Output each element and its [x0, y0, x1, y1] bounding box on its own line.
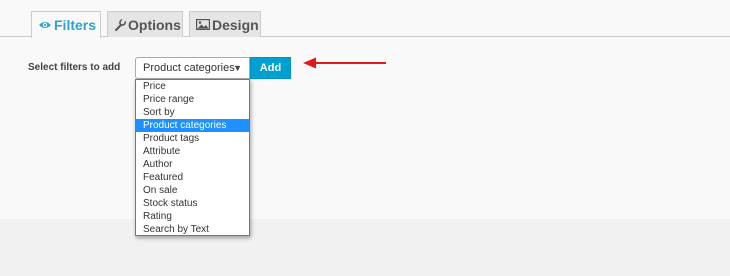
dropdown-option[interactable]: Product categories: [136, 119, 249, 132]
add-button[interactable]: Add: [250, 57, 291, 79]
wrench-icon: [114, 18, 126, 31]
dropdown-option[interactable]: Search by Text: [136, 223, 249, 236]
tab-filters[interactable]: Filters: [31, 11, 101, 38]
dropdown-option[interactable]: Sort by: [136, 106, 249, 119]
filter-select-label: Select filters to add: [28, 62, 121, 73]
dropdown-option[interactable]: Price: [136, 80, 249, 93]
eye-icon: [38, 20, 52, 30]
dropdown-option[interactable]: On sale: [136, 184, 249, 197]
dropdown-option[interactable]: Featured: [136, 171, 249, 184]
filter-select-value: Product categories: [143, 62, 235, 74]
arrow-annotation-icon: [303, 57, 386, 69]
dropdown-option[interactable]: Author: [136, 158, 249, 171]
dropdown-option[interactable]: Stock status: [136, 197, 249, 210]
tab-filters-label: Filters: [54, 17, 97, 33]
dropdown-option[interactable]: Price range: [136, 93, 249, 106]
dropdown-option[interactable]: Attribute: [136, 145, 249, 158]
tab-options[interactable]: Options: [107, 11, 183, 37]
tab-bar: Filters Options Design: [0, 0, 730, 38]
dropdown-option[interactable]: Rating: [136, 210, 249, 223]
tab-options-label: Options: [128, 16, 181, 33]
dropdown-option[interactable]: Product tags: [136, 132, 249, 145]
image-icon: [196, 19, 210, 30]
tab-design-label: Design: [212, 16, 259, 33]
filter-dropdown-list: Price Price range Sort by Product categorie…: [135, 79, 250, 236]
tab-design[interactable]: Design: [189, 11, 261, 37]
filter-select[interactable]: Product categories ▼: [135, 57, 250, 79]
settings-panel: Filters Options Design Select filters to…: [0, 0, 730, 219]
chevron-down-icon: ▼: [233, 63, 242, 73]
